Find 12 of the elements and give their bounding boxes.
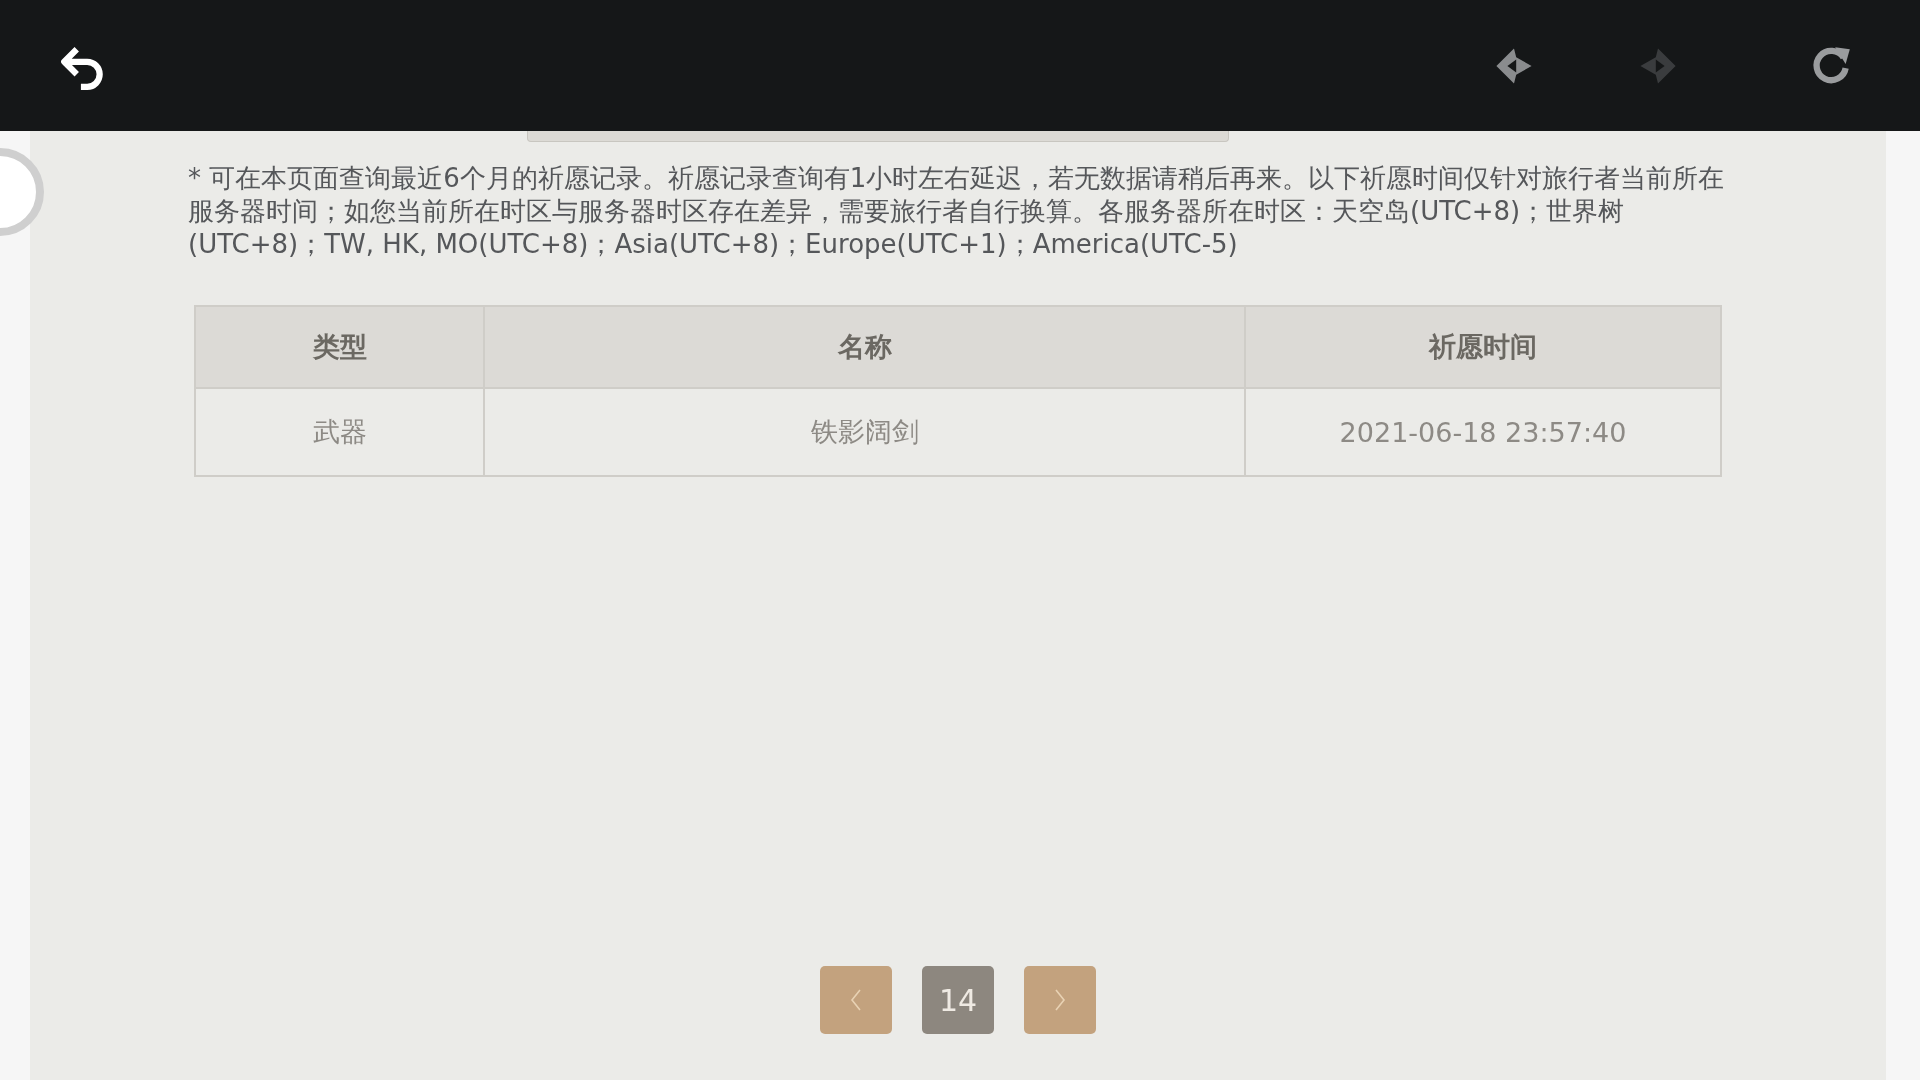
table-cell: 武器	[195, 388, 484, 476]
chevron-left-icon	[850, 988, 862, 1012]
table-cell: 铁影阔剑	[484, 388, 1245, 476]
current-page: 14	[922, 966, 994, 1034]
table-cell: 2021-06-18 23:57:40	[1245, 388, 1721, 476]
column-header: 类型	[195, 306, 484, 388]
previous-page-button[interactable]	[820, 966, 892, 1034]
notice-text: * 可在本页面查询最近6个月的祈愿记录。祈愿记录查询有1小时左右延迟，若无数据请稍后再来。以下祈愿时间仅针对旅行者当前所在服务器时间；如您当前所在时区与服务器时区存在差异，需要旅行者自行换算。各服务器所在时区：天空岛(UTC+8)；世界树(UTC+8)；TW, HK, MO(UTC+8)；Asia(UTC+8)；Europe(UTC+1)；America(UTC-5)	[188, 162, 1726, 261]
column-header: 名称	[484, 306, 1245, 388]
chevron-right-icon	[1054, 988, 1066, 1012]
column-header: 祈愿时间	[1245, 306, 1721, 388]
next-page-button[interactable]	[1024, 966, 1096, 1034]
